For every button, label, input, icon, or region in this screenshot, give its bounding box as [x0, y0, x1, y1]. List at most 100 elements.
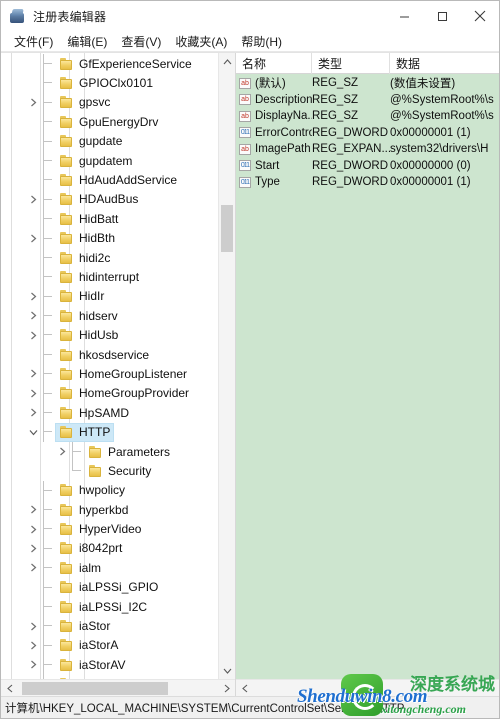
tree-node-content: HDAudBus	[56, 191, 141, 208]
tree-node[interactable]: HidBth	[1, 228, 218, 248]
chevron-right-icon[interactable]	[26, 190, 41, 209]
maximize-button[interactable]	[423, 1, 461, 32]
tree-node[interactable]: iaStor	[1, 616, 218, 636]
tree-node[interactable]: hwpolicy	[1, 480, 218, 500]
folder-icon	[59, 406, 75, 420]
tree-node[interactable]: HTTP	[1, 422, 218, 442]
tree-connector	[41, 422, 56, 442]
list-horizontal-scrollbar[interactable]	[236, 679, 499, 696]
chevron-down-icon[interactable]	[26, 422, 41, 441]
chevron-right-icon[interactable]	[26, 306, 41, 325]
value-name-cell: 011 ErrorControl	[236, 125, 312, 142]
chevron-right-icon[interactable]	[26, 500, 41, 519]
tree-node[interactable]: HomeGroupListener	[1, 364, 218, 384]
tree-node[interactable]: iaLPSSi_GPIO	[1, 577, 218, 597]
tree-scroll-track[interactable]	[219, 70, 235, 662]
tree-node-content: HomeGroupListener	[56, 365, 190, 382]
tree-node[interactable]: GfExperienceService	[1, 54, 218, 74]
tree-hscroll-thumb[interactable]	[22, 681, 168, 695]
tree-node[interactable]: gpsvc	[1, 92, 218, 113]
tree-node[interactable]: HomeGroupProvider	[1, 383, 218, 404]
tree-node[interactable]: ialm	[1, 558, 218, 578]
tree-node[interactable]: iaLPSSi_I2C	[1, 596, 218, 617]
tree-line-spacer	[26, 209, 41, 228]
chevron-right-icon[interactable]	[26, 558, 41, 577]
tree-node-content: hyperkbd	[56, 501, 131, 518]
tree-vertical-scrollbar[interactable]	[218, 53, 235, 679]
value-row[interactable]: 011 Type REG_DWORD 0x00000001 (1)	[236, 174, 499, 191]
list-scroll-left-arrow[interactable]	[236, 680, 253, 697]
tree-node[interactable]: GpuEnergyDrv	[1, 112, 218, 132]
value-row[interactable]: ab DisplayNa... REG_SZ @%SystemRoot%\s	[236, 108, 499, 125]
chevron-right-icon[interactable]	[26, 616, 41, 635]
tree-node[interactable]: gupdate	[1, 131, 218, 151]
chevron-right-icon[interactable]	[26, 287, 41, 306]
minimize-button[interactable]	[385, 1, 423, 32]
tree-node[interactable]: HpSAMD	[1, 403, 218, 423]
chevron-right-icon[interactable]	[26, 655, 41, 674]
value-row[interactable]: ab ImagePath REG_EXPAN... system32\drivers\…	[236, 141, 499, 158]
tree-node-label: i8042prt	[79, 541, 123, 556]
menu-item-file[interactable]: 文件(F)	[7, 32, 60, 51]
tree-scroll-area: GfExperienceService GPIOClx0101 gpsvc GpuEn…	[1, 53, 235, 679]
tree-node[interactable]: HyperVideo	[1, 519, 218, 539]
tree-horizontal-scrollbar[interactable]	[1, 679, 235, 696]
tree-node[interactable]: hyperkbd	[1, 499, 218, 520]
tree-node[interactable]: HDAudBus	[1, 189, 218, 210]
tree-scroll-thumb[interactable]	[221, 205, 233, 252]
tree-node[interactable]: hidinterrupt	[1, 267, 218, 287]
chevron-right-icon[interactable]	[26, 364, 41, 383]
tree-hscroll-track[interactable]	[18, 680, 218, 697]
value-data-cell: system32\drivers\H	[390, 143, 489, 156]
menu-item-favorites[interactable]: 收藏夹(A)	[168, 32, 234, 51]
value-data-cell: 0x00000001 (1)	[390, 176, 471, 189]
chevron-right-icon[interactable]	[26, 229, 41, 248]
folder-icon	[59, 348, 75, 362]
registry-values-list[interactable]: ab (默认) REG_SZ (数值未设置) ab Description REG_SZ @%…	[236, 74, 499, 679]
column-header-type[interactable]: 类型	[312, 53, 390, 74]
tree-node[interactable]: iaStorA	[1, 635, 218, 656]
chevron-right-icon[interactable]	[26, 636, 41, 655]
menu-item-help[interactable]: 帮助(H)	[234, 32, 289, 51]
value-row[interactable]: ab Description REG_SZ @%SystemRoot%\s	[236, 92, 499, 109]
value-row[interactable]: 011 ErrorControl REG_DWORD 0x00000001 (1)	[236, 125, 499, 142]
chevron-right-icon[interactable]	[26, 384, 41, 403]
tree-node[interactable]: hidi2c	[1, 247, 218, 268]
chevron-right-icon[interactable]	[26, 539, 41, 558]
chevron-right-icon[interactable]	[26, 519, 41, 538]
scroll-right-arrow[interactable]	[218, 680, 235, 697]
tree-node[interactable]: gupdatem	[1, 150, 218, 171]
tree-node[interactable]: hidserv	[1, 306, 218, 326]
tree-node[interactable]: iaStorAV	[1, 655, 218, 675]
chevron-right-icon[interactable]	[26, 403, 41, 422]
close-button[interactable]	[461, 1, 499, 32]
value-row[interactable]: 011 Start REG_DWORD 0x00000000 (0)	[236, 158, 499, 175]
tree-node[interactable]: Parameters	[1, 441, 218, 462]
column-header-name[interactable]: 名称	[236, 53, 312, 74]
scroll-down-arrow[interactable]	[219, 662, 235, 679]
tree-node[interactable]: Security	[1, 461, 218, 480]
tree-node[interactable]: HidIr	[1, 286, 218, 307]
column-header-data[interactable]: 数据	[390, 53, 499, 74]
chevron-right-icon[interactable]	[26, 325, 41, 344]
scroll-up-arrow[interactable]	[219, 53, 235, 70]
value-name-cell: 011 Start	[236, 158, 312, 175]
tree-node[interactable]: HidUsb	[1, 325, 218, 345]
tree-node[interactable]: i8042prt	[1, 538, 218, 559]
menu-item-view[interactable]: 查看(V)	[114, 32, 168, 51]
registry-tree[interactable]: GfExperienceService GPIOClx0101 gpsvc GpuEn…	[1, 53, 218, 679]
chevron-right-icon[interactable]	[55, 442, 70, 461]
menu-item-edit[interactable]: 编辑(E)	[60, 32, 114, 51]
tree-node[interactable]: GPIOClx0101	[1, 73, 218, 93]
scroll-left-arrow[interactable]	[1, 680, 18, 697]
tree-node[interactable]: HdAudAddService	[1, 170, 218, 190]
tree-node[interactable]: hkosdservice	[1, 344, 218, 365]
chevron-right-icon[interactable]	[26, 93, 41, 112]
tree-node[interactable]: HidBatt	[1, 209, 218, 229]
tree-connector	[41, 596, 56, 617]
value-row[interactable]: ab (默认) REG_SZ (数值未设置)	[236, 75, 499, 92]
